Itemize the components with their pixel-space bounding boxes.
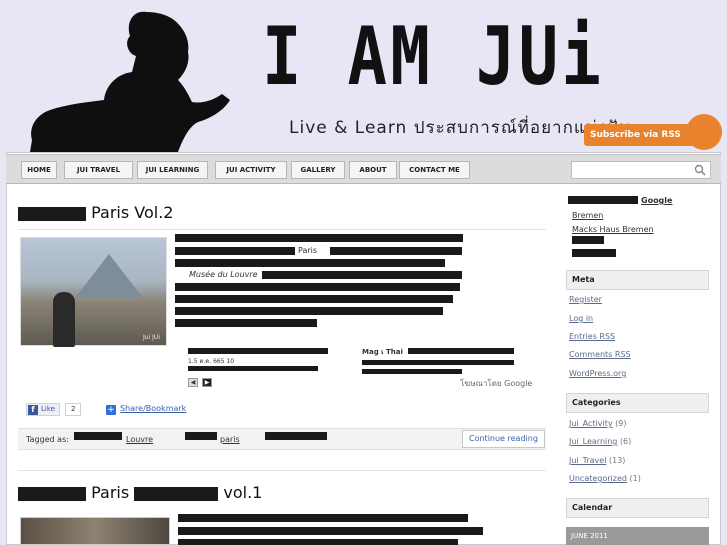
redacted-thai-text xyxy=(74,432,122,440)
redacted-text-line xyxy=(175,319,317,327)
redacted-text-line xyxy=(175,234,463,242)
redacted-text-line xyxy=(262,271,462,279)
redacted-text-line xyxy=(175,259,445,267)
tag-paris[interactable]: paris xyxy=(220,435,240,444)
nav-about[interactable]: ABOUT xyxy=(349,161,397,179)
category-name[interactable]: Jui_Travel xyxy=(569,456,606,465)
redacted-thai-text xyxy=(134,486,219,501)
ads-by-google[interactable]: โฆษณาโดย Google xyxy=(460,377,532,390)
category-name[interactable]: Jui_Learning xyxy=(569,437,617,446)
redacted-text-line xyxy=(175,247,295,255)
nav-contact-me[interactable]: CONTACT ME xyxy=(399,161,470,179)
post-title-middle: Paris xyxy=(91,483,130,502)
meta-wordpress-link[interactable]: WordPress.org xyxy=(569,369,626,378)
category-name[interactable]: Uncategorized xyxy=(569,474,627,483)
category-item[interactable]: Jui_Travel (13) xyxy=(569,456,625,465)
post-title-text: Paris Vol.2 xyxy=(91,203,174,222)
category-item[interactable]: Jui_Learning (6) xyxy=(569,437,631,446)
link-macks-haus-bremen[interactable]: Macks Haus Bremen xyxy=(572,225,654,234)
facebook-like-button[interactable]: f Like xyxy=(26,403,60,416)
redacted-text-line xyxy=(178,514,468,522)
search-input[interactable] xyxy=(571,161,711,179)
redacted-text-line xyxy=(175,307,443,315)
category-count: (9) xyxy=(615,419,627,428)
nav-jui-travel[interactable]: JUI TRAVEL xyxy=(64,161,133,179)
redacted-thai-text xyxy=(185,432,217,440)
nav-gallery[interactable]: GALLERY xyxy=(291,161,345,179)
redacted-thai-text xyxy=(18,206,86,221)
category-count: (6) xyxy=(619,437,632,446)
pyramid-shape xyxy=(75,254,143,298)
meta-widget-title: Meta xyxy=(566,270,709,290)
site-title[interactable]: I AM JUi xyxy=(262,14,604,100)
nav-jui-activity[interactable]: JUI ACTIVITY xyxy=(215,161,287,179)
inline-word: Paris xyxy=(298,246,318,255)
categories-widget-title: Categories xyxy=(566,393,709,413)
redacted-thai-text xyxy=(18,486,86,501)
meta-comments-rss-link[interactable]: Comments RSS xyxy=(569,350,631,359)
prev-arrow-icon[interactable]: ◀ xyxy=(188,378,198,387)
meta-register-link[interactable]: Register xyxy=(569,295,602,304)
ad-link[interactable] xyxy=(188,348,328,354)
redacted-text-line xyxy=(178,539,458,545)
tag-louvre[interactable]: Louvre xyxy=(126,435,153,444)
share-bookmark-link[interactable]: Share/Bookmark xyxy=(120,404,186,413)
continue-reading-button[interactable]: Continue reading xyxy=(462,430,545,448)
site-tagline: Live & Learn ประสบการณ์ที่อยากแบ่งปัน xyxy=(289,118,632,138)
facebook-icon: f xyxy=(28,405,38,415)
redacted-thai-link[interactable] xyxy=(572,249,616,257)
category-name[interactable]: Jui_Activity xyxy=(569,419,613,428)
redacted-text-line xyxy=(330,247,462,255)
fb-like-label: Like xyxy=(41,405,55,413)
google-link[interactable]: Google xyxy=(641,196,672,205)
nav-home[interactable]: HOME xyxy=(21,161,57,179)
image-caption: Jui JUi xyxy=(143,334,160,341)
redacted-thai-tag[interactable] xyxy=(265,432,327,440)
ad-right-text[interactable]: Mag เ Thai xyxy=(362,347,403,358)
redacted-text-line xyxy=(188,366,318,371)
post-image[interactable] xyxy=(20,517,170,545)
tagged-as-label: Tagged as: xyxy=(26,435,69,444)
divider xyxy=(18,470,546,471)
person-shape xyxy=(53,292,75,347)
meta-login-link[interactable]: Log in xyxy=(569,314,593,323)
rss-icon xyxy=(686,114,722,150)
redacted-text-line xyxy=(175,295,453,303)
main-nav: HOME JUI TRAVEL JUI LEARNING JUI ACTIVIT… xyxy=(6,154,721,184)
post-title-suffix: vol.1 xyxy=(223,483,263,502)
meta-entries-rss-link[interactable]: Entries RSS xyxy=(569,332,615,341)
rss-label: Subscribe via RSS xyxy=(590,130,681,140)
post-title[interactable]: Paris vol.1 xyxy=(18,483,262,502)
redacted-text-line xyxy=(178,527,483,535)
redacted-thai-text xyxy=(568,196,638,204)
ad-left-text: 1.5 ต.ค. 665 10 xyxy=(188,358,235,365)
category-item[interactable]: Jui_Activity (9) xyxy=(569,419,626,428)
next-arrow-icon[interactable]: ▶ xyxy=(202,378,212,387)
link-bremen[interactable]: Bremen xyxy=(572,211,603,220)
category-item[interactable]: Uncategorized (1) xyxy=(569,474,641,483)
search-icon[interactable] xyxy=(694,164,706,176)
category-count: (13) xyxy=(608,456,626,465)
redacted-text-line xyxy=(175,283,460,291)
calendar-month: JUNE 2011 xyxy=(566,527,709,545)
inline-word: Musée du Louvre xyxy=(189,270,258,279)
redacted-thai-link[interactable] xyxy=(572,236,604,244)
fb-like-count: 2 xyxy=(65,403,82,416)
post-title[interactable]: Paris Vol.2 xyxy=(18,203,173,222)
post-image[interactable]: Jui JUi xyxy=(20,237,167,347)
divider xyxy=(18,229,546,230)
redacted-text-line xyxy=(408,348,514,354)
calendar-widget-title: Calendar xyxy=(566,498,709,518)
share-plus-icon[interactable]: + xyxy=(106,405,116,415)
nav-jui-learning[interactable]: JUI LEARNING xyxy=(137,161,208,179)
site-header: I AM JUi Live & Learn ประสบการณ์ที่อยากแ… xyxy=(0,0,727,152)
category-count: (1) xyxy=(629,474,641,483)
subscribe-rss-button[interactable]: Subscribe via RSS xyxy=(584,114,722,150)
redacted-text-line xyxy=(362,360,514,365)
silhouette-logo xyxy=(30,11,230,152)
page: I AM JUi Live & Learn ประสบการณ์ที่อยากแ… xyxy=(0,0,727,545)
redacted-text-line xyxy=(362,369,462,374)
